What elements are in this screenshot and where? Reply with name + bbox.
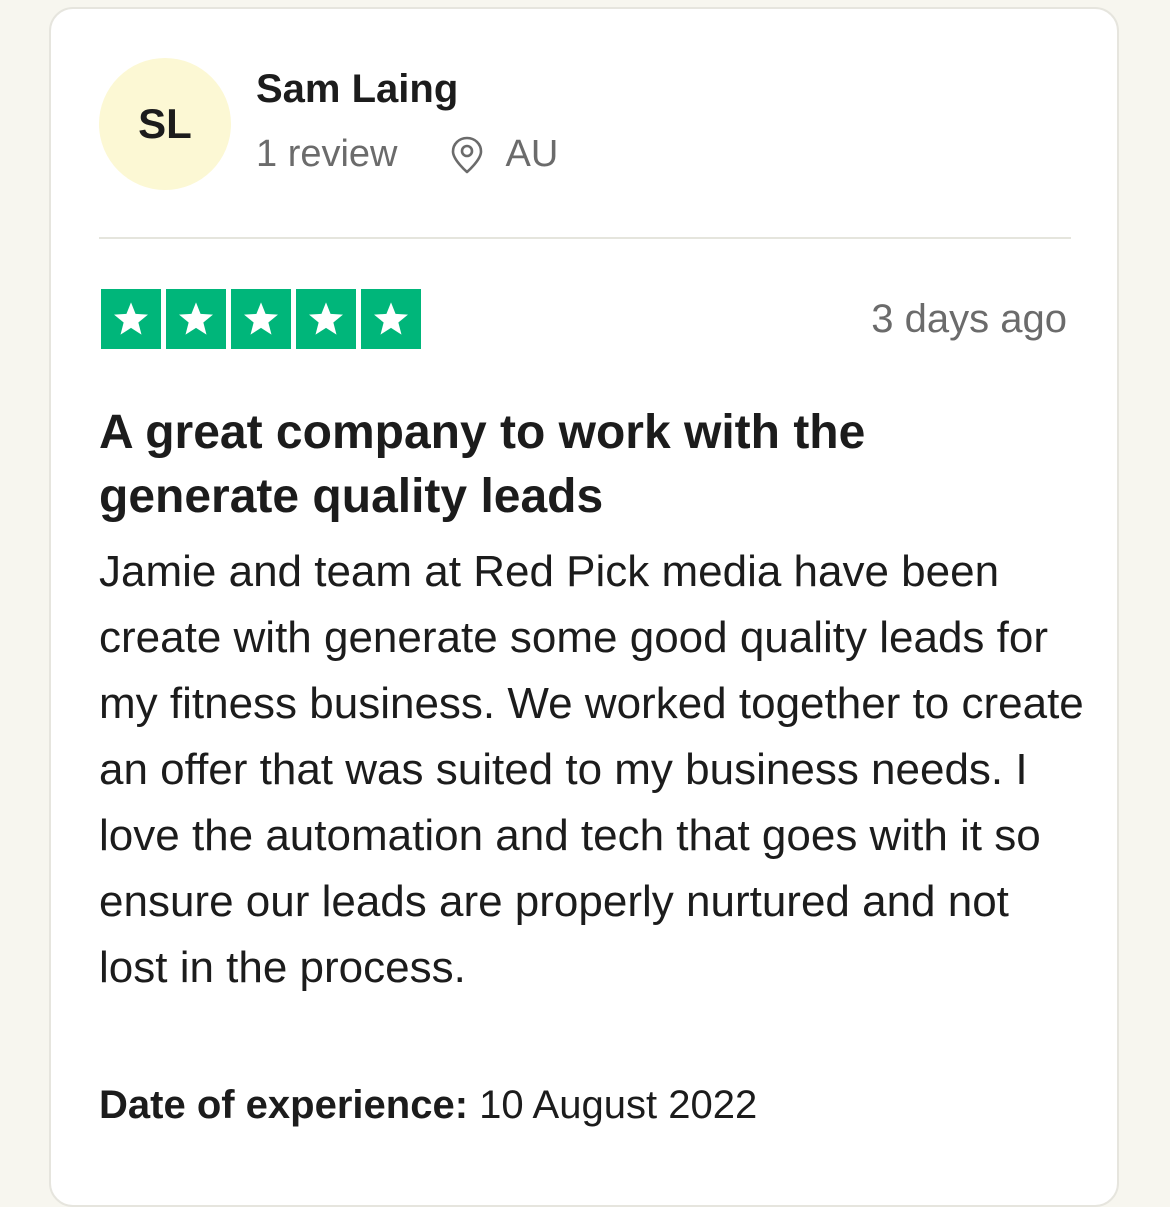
consumer-meta: 1 review AU [256, 133, 558, 176]
avatar[interactable]: SL [99, 58, 231, 190]
experience-date: 10 August 2022 [479, 1083, 758, 1127]
review-title[interactable]: A great company to work with the generat… [99, 401, 1039, 529]
review-count: 1 review [256, 133, 398, 175]
location-pin-icon [448, 135, 486, 175]
star-icon [361, 289, 421, 349]
star-icon [231, 289, 291, 349]
star-icon [101, 289, 161, 349]
divider [99, 237, 1071, 239]
consumer-name[interactable]: Sam Laing [256, 67, 458, 112]
star-icon [296, 289, 356, 349]
star-rating [101, 289, 421, 349]
experience-label: Date of experience: [99, 1083, 469, 1127]
consumer-location: AU [505, 133, 559, 175]
review-date: 3 days ago [871, 297, 1067, 341]
review-card: SL Sam Laing 1 review AU 3 days ago A gr… [49, 7, 1119, 1207]
review-body: Jamie and team at Red Pick media have be… [99, 547, 1084, 992]
star-icon [166, 289, 226, 349]
avatar-initials: SL [138, 100, 192, 147]
date-of-experience: Date of experience: 10 August 2022 [99, 1083, 757, 1128]
